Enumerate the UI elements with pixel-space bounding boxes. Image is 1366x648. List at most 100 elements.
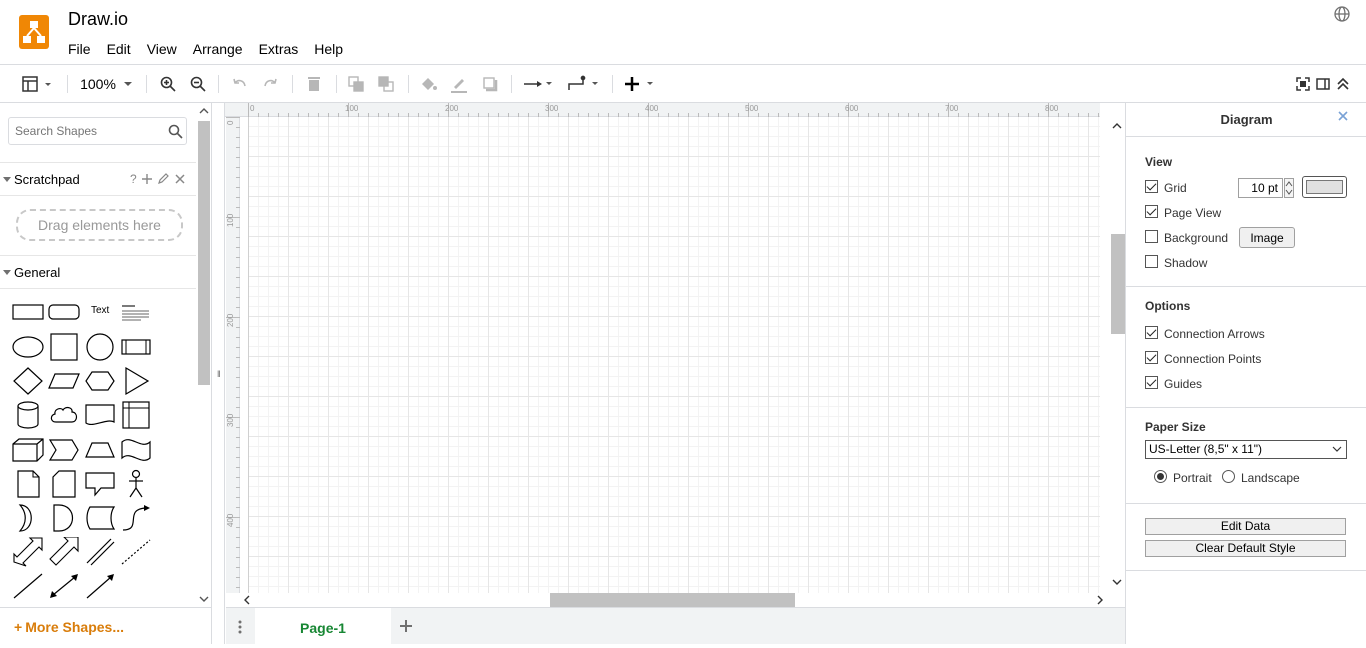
to-back-icon[interactable]: [376, 73, 396, 95]
shape-square[interactable]: [47, 332, 81, 362]
zoom-in-icon[interactable]: [158, 73, 178, 95]
background-checkbox[interactable]: [1145, 230, 1158, 243]
canvas-vertical-scrollbar-thumb[interactable]: [1111, 234, 1125, 334]
portrait-radio[interactable]: [1154, 470, 1167, 483]
shape-process[interactable]: [119, 332, 153, 362]
shape-link[interactable]: [83, 537, 117, 567]
shape-triangle[interactable]: [119, 366, 153, 396]
to-front-icon[interactable]: [346, 73, 366, 95]
menu-arrange[interactable]: Arrange: [185, 40, 251, 58]
shape-textbox[interactable]: [119, 297, 153, 327]
shape-trapezoid[interactable]: [83, 435, 117, 465]
shape-hexagon[interactable]: [83, 366, 117, 396]
shape-cube[interactable]: [11, 435, 45, 465]
general-header[interactable]: General: [0, 255, 196, 289]
page-view-checkbox[interactable]: [1145, 205, 1158, 218]
scratchpad-add-icon[interactable]: [141, 172, 153, 190]
format-panel-toggle-icon[interactable]: [1314, 73, 1332, 95]
clear-default-style-button[interactable]: Clear Default Style: [1145, 540, 1346, 557]
sidebar-splitter[interactable]: ‖: [213, 103, 225, 644]
shape-card[interactable]: [47, 469, 81, 499]
zoom-dropdown[interactable]: 100%: [78, 73, 136, 95]
connection-arrows-checkbox[interactable]: [1145, 326, 1158, 339]
pages-menu-icon[interactable]: [237, 620, 243, 639]
view-section: View: [1126, 137, 1366, 287]
shape-data-storage[interactable]: [83, 503, 117, 533]
scratchpad-close-icon[interactable]: [174, 172, 186, 190]
more-shapes-link[interactable]: + More Shapes...: [14, 619, 124, 635]
splitter-grip-icon: ‖: [217, 369, 221, 379]
shape-rounded-rectangle[interactable]: [47, 297, 81, 327]
shadow-icon[interactable]: [480, 73, 500, 95]
shape-bidirectional-arrow[interactable]: [47, 571, 81, 601]
collapse-toolbar-icon[interactable]: [1334, 73, 1352, 95]
line-color-icon[interactable]: [449, 73, 469, 95]
menu-help[interactable]: Help: [306, 40, 351, 58]
shape-bidirectional-block-arrow[interactable]: [11, 537, 45, 567]
actions-section: [1126, 504, 1366, 571]
shape-curve-arrow[interactable]: [119, 503, 153, 533]
waypoints-button[interactable]: [566, 73, 602, 95]
menu-edit[interactable]: Edit: [99, 40, 139, 58]
shape-directional-arrow[interactable]: [83, 571, 117, 601]
shape-tape[interactable]: [119, 435, 153, 465]
shape-and[interactable]: [47, 503, 81, 533]
shape-rectangle[interactable]: [11, 297, 45, 327]
shape-actor[interactable]: [119, 469, 153, 499]
shadow-checkbox[interactable]: [1145, 255, 1158, 268]
grid-color-swatch[interactable]: [1302, 176, 1347, 198]
page-tab[interactable]: Page-1: [255, 608, 391, 645]
guides-checkbox[interactable]: [1145, 376, 1158, 389]
shape-internal-storage[interactable]: [119, 400, 153, 430]
shape-cylinder[interactable]: [11, 400, 45, 430]
shape-step[interactable]: [47, 435, 81, 465]
undo-icon[interactable]: [230, 73, 250, 95]
shape-line[interactable]: [11, 571, 45, 601]
background-image-button[interactable]: Image: [1239, 227, 1295, 248]
grid-size-input[interactable]: 10 pt: [1238, 178, 1283, 198]
menu-extras[interactable]: Extras: [251, 40, 307, 58]
connection-points-checkbox[interactable]: [1145, 351, 1158, 364]
shape-text[interactable]: Text: [83, 297, 117, 327]
shape-document[interactable]: [83, 400, 117, 430]
add-page-icon[interactable]: [399, 616, 413, 639]
redo-icon[interactable]: [260, 73, 280, 95]
fill-color-icon[interactable]: [418, 73, 438, 95]
menu-file[interactable]: File: [60, 40, 99, 58]
shape-note[interactable]: [11, 469, 45, 499]
scratchpad-help-icon[interactable]: ?: [130, 172, 137, 186]
shape-parallelogram[interactable]: [47, 366, 81, 396]
sidebar-scrollbar-thumb[interactable]: [198, 121, 210, 385]
edit-data-button[interactable]: Edit Data: [1145, 518, 1346, 535]
landscape-radio[interactable]: [1222, 470, 1235, 483]
canvas-vertical-scrollbar[interactable]: [1109, 117, 1125, 593]
shape-circle[interactable]: [83, 332, 117, 362]
search-icon[interactable]: [168, 124, 183, 144]
scratchpad-header[interactable]: Scratchpad ?: [0, 162, 196, 196]
close-icon[interactable]: [1337, 109, 1349, 127]
canvas-grid[interactable]: [248, 117, 1100, 593]
shape-or[interactable]: [11, 503, 45, 533]
fullscreen-icon[interactable]: [1294, 73, 1312, 95]
language-globe-icon[interactable]: [1333, 5, 1351, 23]
insert-button[interactable]: [622, 73, 658, 95]
canvas-horizontal-scrollbar-thumb[interactable]: [550, 593, 795, 607]
menu-view[interactable]: View: [139, 40, 185, 58]
shape-dashed-line[interactable]: [119, 537, 153, 567]
zoom-out-icon[interactable]: [188, 73, 208, 95]
grid-size-stepper[interactable]: [1284, 178, 1294, 198]
paper-size-select[interactable]: US-Letter (8,5" x 11"): [1145, 440, 1347, 459]
connection-style-button[interactable]: [522, 73, 558, 95]
grid-checkbox[interactable]: [1145, 180, 1158, 193]
shape-ellipse[interactable]: [11, 332, 45, 362]
format-panel-title: Diagram: [1220, 112, 1273, 127]
shape-block-arrow[interactable]: [47, 536, 81, 567]
scratchpad-edit-icon[interactable]: [157, 172, 169, 190]
shape-callout[interactable]: [83, 469, 117, 499]
shape-diamond[interactable]: [11, 366, 45, 396]
search-input[interactable]: [15, 124, 155, 138]
scratchpad-drop-zone[interactable]: Drag elements here: [16, 209, 183, 241]
delete-trash-icon[interactable]: [304, 73, 324, 95]
shape-cloud[interactable]: [47, 400, 81, 430]
view-panels-button[interactable]: [20, 73, 56, 95]
